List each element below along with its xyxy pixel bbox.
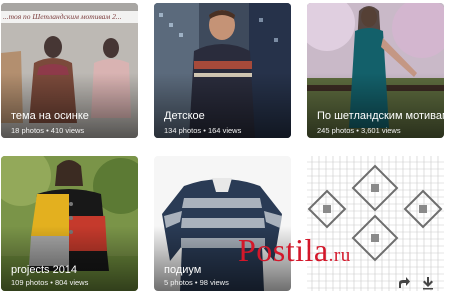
- separator: •: [46, 126, 49, 135]
- photo-label: photos: [331, 126, 355, 135]
- photo-count: 109: [11, 278, 24, 287]
- view-label: views: [69, 278, 89, 287]
- view-count: 164: [207, 126, 221, 135]
- photo-label: photos: [25, 278, 49, 287]
- download-icon[interactable]: [420, 275, 436, 291]
- photo-count: 245: [317, 126, 330, 135]
- album-stats: 109 photos • 804 views: [11, 278, 88, 287]
- postila-watermark: Postila.ru: [238, 232, 351, 269]
- album-stats: 245 photos • 3,601 views: [317, 126, 401, 135]
- watermark-main: Postila: [238, 232, 329, 268]
- separator: •: [356, 126, 359, 135]
- album-card-5[interactable]: подиум 5 photos • 98 views: [154, 156, 291, 291]
- share-icon[interactable]: [396, 275, 412, 291]
- view-label: views: [381, 126, 401, 135]
- album-title[interactable]: По шетландским мотивам: [317, 110, 444, 122]
- view-count: 3,601: [360, 126, 380, 135]
- view-label: views: [65, 126, 85, 135]
- album-title[interactable]: projects 2014: [11, 264, 77, 276]
- watermark-suffix: .ru: [328, 245, 351, 266]
- album-title[interactable]: подиум: [164, 264, 201, 276]
- view-count: 410: [50, 126, 64, 135]
- album-title[interactable]: Детское: [164, 110, 205, 122]
- separator: •: [194, 278, 198, 287]
- album-card-3[interactable]: По шетландским мотивам 245 photos • 3,60…: [307, 3, 444, 138]
- album-card-6[interactable]: [307, 156, 444, 291]
- view-label: views: [222, 126, 242, 135]
- photo-label: photos: [178, 126, 202, 135]
- photo-count: 18: [11, 126, 20, 135]
- album-stats: 18 photos • 410 views: [11, 126, 84, 135]
- album-stats: 134 photos • 164 views: [164, 126, 241, 135]
- photo-label: photos: [21, 126, 44, 135]
- album-cover-6: [307, 156, 444, 291]
- photo-count: 134: [164, 126, 177, 135]
- separator: •: [50, 278, 53, 287]
- view-count: 804: [54, 278, 68, 287]
- photo-count: 5: [164, 278, 169, 287]
- album-card-1[interactable]: ...тоя по Шетландским мотивам 2... тема …: [1, 3, 138, 138]
- album-card-4[interactable]: projects 2014 109 photos • 804 views: [1, 156, 138, 291]
- separator: •: [203, 126, 206, 135]
- album-title[interactable]: тема на осинке: [11, 110, 89, 122]
- view-count: 98: [199, 278, 208, 287]
- view-label: views: [210, 278, 229, 287]
- album-card-2[interactable]: Детское 134 photos • 164 views: [154, 3, 291, 138]
- album-stats: 5 photos • 98 views: [164, 278, 229, 287]
- album-banner-text: ...тоя по Шетландским мотивам 2...: [1, 11, 138, 23]
- photo-label: photos: [170, 278, 193, 287]
